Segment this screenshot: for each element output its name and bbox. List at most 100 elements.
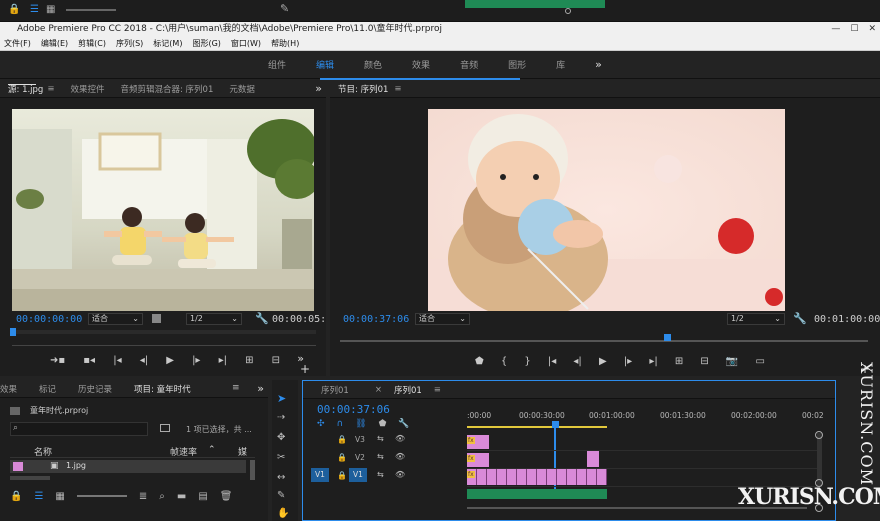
- tab-effect-controls[interactable]: 效果控件: [70, 83, 104, 95]
- scrollbar[interactable]: [250, 460, 255, 480]
- icon-view-icon[interactable]: ▦: [46, 4, 55, 15]
- wrench-icon[interactable]: 🔧: [398, 419, 409, 429]
- search-icon[interactable]: ⌕: [159, 491, 165, 502]
- mark-in-icon[interactable]: ➜▪: [50, 355, 65, 366]
- search-input[interactable]: ⌕: [10, 422, 148, 436]
- source-playhead[interactable]: [10, 328, 16, 336]
- wrench-icon[interactable]: 🔧: [793, 312, 807, 325]
- lock-icon[interactable]: 🔒: [337, 471, 347, 480]
- go-to-in-icon[interactable]: |◂: [548, 356, 556, 367]
- horizontal-scrollbar[interactable]: [10, 476, 50, 480]
- mark-out-icon[interactable]: ▪◂: [83, 355, 95, 366]
- menu-help[interactable]: 帮助(H): [271, 36, 299, 50]
- eye-icon[interactable]: 👁: [395, 434, 405, 443]
- slip-tool-icon[interactable]: ↔: [277, 472, 285, 483]
- source-ruler[interactable]: [12, 330, 316, 334]
- sync-lock-icon[interactable]: ⇆: [377, 470, 384, 479]
- source-zoom-bar[interactable]: [12, 345, 316, 346]
- sort-arrow-icon[interactable]: ⌃: [208, 445, 216, 455]
- step-forward-icon[interactable]: |▸: [192, 355, 200, 366]
- settings-icon[interactable]: [152, 314, 161, 323]
- mark-out-icon[interactable]: }: [524, 356, 530, 367]
- insert-icon[interactable]: ⊞: [245, 355, 253, 366]
- selection-tool-icon[interactable]: ➤: [277, 392, 286, 405]
- menu-icon[interactable]: ≡: [394, 84, 401, 94]
- step-back-icon[interactable]: ◂|: [573, 356, 581, 367]
- source-timecode[interactable]: 00:00:00:00: [16, 314, 82, 325]
- play-icon[interactable]: ▶: [599, 356, 607, 367]
- track-label-v3[interactable]: V3: [355, 435, 367, 444]
- wrench-icon[interactable]: 🔧: [255, 312, 269, 325]
- minimize-button[interactable]: —: [831, 22, 840, 36]
- sync-lock-icon[interactable]: ⇆: [377, 434, 384, 443]
- menu-edit[interactable]: 编辑(E): [41, 36, 68, 50]
- item-name[interactable]: 1.jpg: [66, 461, 86, 470]
- menu-file[interactable]: 文件(F): [4, 36, 31, 50]
- lock-icon[interactable]: 🔒: [337, 435, 347, 444]
- track-select-tool-icon[interactable]: ⇢: [277, 412, 285, 423]
- pen-tool-icon[interactable]: ✎: [277, 490, 285, 501]
- new-item-icon[interactable]: ▤: [198, 491, 207, 502]
- menu-graphics[interactable]: 图形(G): [192, 36, 220, 50]
- list-view-icon[interactable]: ☰: [34, 491, 43, 502]
- source-patch-v1[interactable]: V1: [311, 468, 329, 482]
- snap-icon[interactable]: ∩: [337, 419, 344, 429]
- nest-icon[interactable]: ✣: [317, 419, 325, 429]
- audio-clip[interactable]: [467, 489, 607, 499]
- video-clip[interactable]: fx: [467, 469, 607, 485]
- menu-window[interactable]: 窗口(W): [231, 36, 261, 50]
- tab-audio-clip-mixer[interactable]: 音频剪辑混合器: 序列01: [120, 83, 213, 95]
- tab-sequence-active[interactable]: 序列01: [394, 384, 422, 396]
- source-quality-select[interactable]: 1/2 ⌄: [186, 313, 242, 325]
- go-to-out-icon[interactable]: ▸|: [219, 355, 227, 366]
- step-forward-icon[interactable]: |▸: [624, 356, 632, 367]
- panel-more-icon[interactable]: »: [315, 82, 322, 95]
- program-ruler[interactable]: [340, 340, 868, 342]
- video-clip[interactable]: [587, 451, 599, 467]
- video-clip[interactable]: fx: [467, 453, 489, 467]
- tab-program[interactable]: 节目: 序列01: [338, 83, 388, 95]
- extract-icon[interactable]: ⊟: [700, 356, 708, 367]
- panel-more-icon[interactable]: »: [257, 382, 264, 395]
- workspace-effects[interactable]: 效果: [412, 58, 430, 71]
- menu-clip[interactable]: 剪辑(C): [78, 36, 106, 50]
- play-icon[interactable]: ▶: [166, 355, 174, 366]
- go-to-out-icon[interactable]: ▸|: [649, 356, 657, 367]
- workspace-audio[interactable]: 音频: [460, 58, 478, 71]
- new-bin-icon[interactable]: ▬: [177, 491, 186, 502]
- tab-metadata[interactable]: 元数据: [229, 83, 255, 95]
- zoom-slider[interactable]: [76, 495, 127, 497]
- menu-sequence[interactable]: 序列(S): [116, 36, 143, 50]
- program-timecode[interactable]: 00:00:37:06: [343, 314, 409, 325]
- list-view-icon[interactable]: ☰: [30, 4, 39, 15]
- go-to-in-icon[interactable]: |◂: [113, 355, 121, 366]
- sync-lock-icon[interactable]: ⇆: [377, 452, 384, 461]
- menu-marker[interactable]: 标记(M): [153, 36, 182, 50]
- tab-project[interactable]: 项目: 童年时代: [134, 383, 191, 395]
- hand-tool-icon[interactable]: ✋: [277, 508, 289, 519]
- timeline-timecode[interactable]: 00:00:37:06: [317, 403, 390, 416]
- timeline-playhead-handle[interactable]: [552, 421, 560, 428]
- program-fit-select[interactable]: 适合 ⌄: [415, 313, 470, 325]
- work-area-bar[interactable]: [467, 426, 607, 428]
- pen-tool-icon[interactable]: ✎: [280, 2, 289, 15]
- ripple-edit-tool-icon[interactable]: ✥: [277, 432, 285, 443]
- add-button-icon[interactable]: +: [300, 362, 310, 376]
- export-frame-icon[interactable]: 📷: [726, 356, 738, 367]
- razor-tool-icon[interactable]: ✂: [277, 452, 285, 463]
- add-marker-icon[interactable]: ⬟: [475, 356, 484, 367]
- workspaces-more-button[interactable]: »: [595, 58, 602, 71]
- tab-markers[interactable]: 标记: [39, 383, 56, 395]
- menu-icon[interactable]: ≡: [434, 385, 441, 395]
- timeline-ruler[interactable]: :00:00 00:00:30:00 00:01:00:00 00:01:30:…: [467, 409, 827, 429]
- zoom-slider[interactable]: [66, 9, 116, 11]
- tab-sequence-1[interactable]: 序列01: [321, 384, 349, 396]
- program-playhead[interactable]: [664, 334, 672, 341]
- workspace-libraries[interactable]: 库: [556, 58, 565, 71]
- close-tab-icon[interactable]: ×: [375, 385, 382, 395]
- source-fit-select[interactable]: 适合 ⌄: [88, 313, 143, 325]
- maximize-button[interactable]: ☐: [850, 22, 858, 36]
- track-lane-v2[interactable]: fx: [467, 451, 817, 469]
- trash-icon[interactable]: 🗑: [220, 491, 233, 502]
- linked-selection-icon[interactable]: ⛓: [355, 419, 366, 429]
